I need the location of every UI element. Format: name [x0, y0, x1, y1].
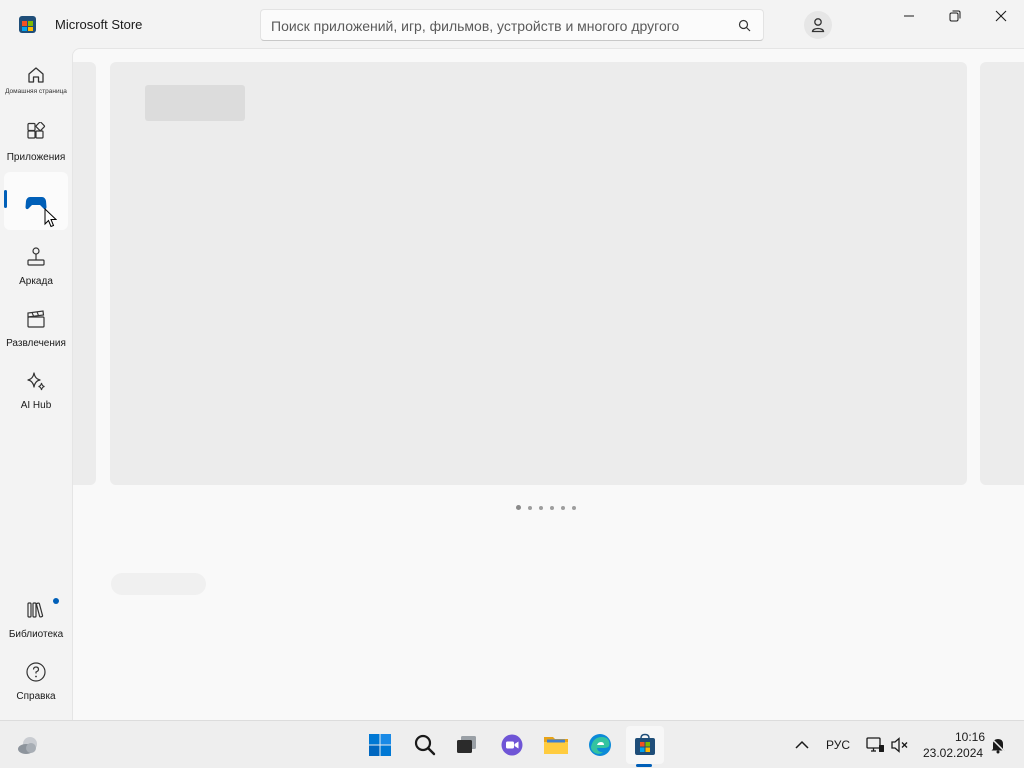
- microsoft-store-logo-icon: [19, 16, 36, 33]
- hero-card-previous[interactable]: [73, 62, 96, 485]
- search-icon: [414, 734, 436, 756]
- sidebar-item-gaming[interactable]: [4, 172, 68, 230]
- active-app-indicator: [636, 764, 652, 767]
- title-bar: Microsoft Store: [0, 0, 1024, 48]
- clock-time[interactable]: 10:16: [955, 730, 985, 744]
- notification-bell-icon: [990, 737, 1006, 754]
- carousel-dot[interactable]: [528, 505, 532, 510]
- hero-card-main[interactable]: [110, 62, 967, 485]
- close-button[interactable]: [978, 0, 1024, 32]
- carousel-dot[interactable]: [561, 505, 565, 510]
- weather-cloud-icon: [18, 737, 37, 754]
- edge-icon: [589, 734, 611, 756]
- hero-title-placeholder: [145, 85, 245, 121]
- sidebar-item-label: Приложения: [6, 152, 66, 163]
- sidebar-item-home[interactable]: Домашняя страница: [4, 58, 68, 116]
- volume-status[interactable]: [886, 731, 914, 759]
- taskbar-search-button[interactable]: [411, 731, 439, 759]
- minimize-icon: [904, 15, 914, 17]
- carousel-dot[interactable]: [572, 505, 576, 510]
- chat-button[interactable]: [498, 731, 526, 759]
- store-taskbar-button[interactable]: [631, 731, 659, 759]
- clock-date[interactable]: 23.02.2024: [923, 746, 983, 760]
- task-view-button[interactable]: [453, 731, 481, 759]
- search-input[interactable]: [271, 16, 721, 36]
- language-indicator[interactable]: РУС: [826, 738, 850, 752]
- sidebar-item-label: Аркада: [19, 276, 53, 287]
- sidebar-item-entertainment[interactable]: Развлечения: [4, 302, 68, 360]
- help-icon: [26, 662, 46, 682]
- close-icon: [995, 10, 1007, 22]
- person-icon: [811, 18, 825, 33]
- sidebar-item-label: Библиотека: [8, 629, 64, 640]
- hero-card-next[interactable]: [980, 62, 1024, 485]
- start-button[interactable]: [366, 731, 394, 759]
- selection-indicator: [4, 190, 7, 208]
- arcade-joystick-icon: [27, 247, 45, 266]
- carousel-dot[interactable]: [516, 505, 521, 510]
- restore-button[interactable]: [932, 0, 978, 32]
- sidebar-item-label: Справка: [16, 691, 56, 702]
- file-explorer-icon: [544, 737, 568, 754]
- task-view-icon: [457, 736, 476, 753]
- section-heading-placeholder: [111, 573, 206, 595]
- restore-icon: [949, 10, 961, 22]
- clapperboard-icon: [27, 310, 45, 328]
- sidebar-item-apps[interactable]: Приложения: [4, 116, 68, 174]
- chevron-up-icon: [795, 740, 809, 749]
- mouse-cursor-icon: [44, 208, 57, 228]
- carousel-pagination: [516, 505, 576, 510]
- file-explorer-button[interactable]: [542, 731, 570, 759]
- sidebar-item-help[interactable]: Справка: [4, 655, 68, 713]
- edge-button[interactable]: [586, 731, 614, 759]
- sidebar-item-label: Развлечения: [6, 338, 66, 349]
- notifications-button[interactable]: [984, 731, 1012, 759]
- chat-icon: [501, 734, 523, 756]
- sidebar-item-label: Домашняя страница: [5, 88, 67, 95]
- home-icon: [28, 67, 44, 83]
- carousel-dot[interactable]: [539, 505, 543, 510]
- app-title: Microsoft Store: [55, 17, 143, 32]
- carousel-dot[interactable]: [550, 505, 554, 510]
- library-icon: [27, 602, 44, 618]
- minimize-button[interactable]: [886, 0, 932, 32]
- show-hidden-icons-button[interactable]: [788, 731, 816, 759]
- sidebar-item-label: AI Hub: [20, 400, 52, 411]
- sparkle-icon: [27, 372, 45, 391]
- search-box[interactable]: [260, 9, 764, 41]
- sidebar-item-arcade[interactable]: Аркада: [4, 240, 68, 298]
- search-icon[interactable]: [738, 19, 751, 32]
- account-button[interactable]: [804, 11, 832, 39]
- speaker-muted-icon: [891, 737, 908, 753]
- notification-dot: [53, 598, 59, 604]
- sidebar-item-ai-hub[interactable]: AI Hub: [4, 364, 68, 422]
- windows-start-icon: [369, 734, 391, 756]
- weather-widget[interactable]: [14, 731, 42, 759]
- network-status[interactable]: [861, 731, 889, 759]
- apps-icon: [27, 122, 46, 139]
- taskbar: РУС 10:16 23.02.2024: [0, 720, 1024, 768]
- sidebar-item-library[interactable]: Библиотека: [4, 593, 68, 651]
- network-monitor-icon: [866, 737, 884, 752]
- store-icon: [635, 733, 655, 755]
